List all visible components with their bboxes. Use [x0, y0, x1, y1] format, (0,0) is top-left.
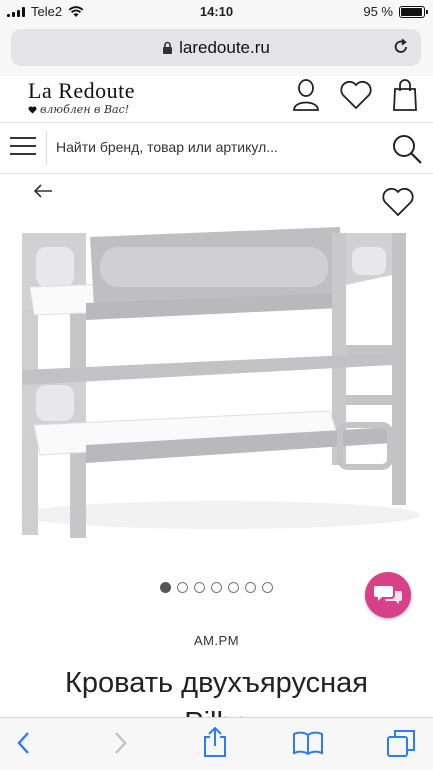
tagline-text: влюблен в Вас!	[40, 103, 130, 116]
small-heart-icon	[28, 105, 37, 114]
product-image-gallery[interactable]	[0, 175, 433, 605]
chat-button[interactable]	[365, 572, 411, 618]
logo-text: La Redoute	[28, 78, 136, 103]
header-icons	[291, 78, 419, 112]
site-logo[interactable]: La Redoute влюблен в Вас!	[28, 78, 136, 117]
gallery-dot[interactable]	[262, 582, 273, 593]
status-bar: Tele2 14:10 95 %	[0, 0, 433, 24]
product-title-line1: Кровать двухъярусная	[64, 667, 368, 699]
share-icon[interactable]	[202, 726, 228, 758]
gallery-dot[interactable]	[160, 582, 171, 593]
browser-toolbar	[0, 717, 433, 770]
address-bar[interactable]: laredoute.ru	[11, 29, 421, 66]
gallery-dot[interactable]	[194, 582, 205, 593]
wishlist-heart-icon[interactable]	[339, 80, 373, 110]
status-right: 95 %	[363, 4, 428, 19]
account-icon[interactable]	[291, 78, 321, 112]
tabs-icon[interactable]	[386, 728, 416, 758]
url-text: laredoute.ru	[179, 37, 270, 57]
hamburger-menu-icon[interactable]	[10, 137, 36, 159]
product-image-bunk-bed	[20, 227, 420, 538]
search-icon[interactable]	[389, 131, 425, 167]
search-input[interactable]: Найти бренд, товар или артикул...	[56, 139, 278, 155]
gallery-dot[interactable]	[228, 582, 239, 593]
lock-icon	[163, 41, 173, 54]
shopping-bag-icon[interactable]	[391, 78, 419, 112]
battery-fill	[401, 7, 422, 16]
back-icon[interactable]	[16, 730, 32, 756]
browser-address-area: laredoute.ru	[0, 24, 433, 76]
gallery-dot[interactable]	[211, 582, 222, 593]
gallery-dot[interactable]	[177, 582, 188, 593]
search-row: Найти бренд, товар или артикул...	[0, 122, 433, 174]
reload-icon[interactable]	[391, 37, 411, 57]
battery-icon	[399, 5, 428, 18]
forward-icon[interactable]	[112, 730, 128, 756]
bookmarks-icon[interactable]	[292, 730, 324, 756]
divider	[46, 131, 47, 165]
gallery-dot[interactable]	[245, 582, 256, 593]
battery-percent: 95 %	[363, 4, 393, 19]
logo-tagline: влюблен в Вас!	[28, 103, 135, 116]
chat-bubbles-icon	[374, 586, 402, 604]
site-header: La Redoute влюблен в Вас!	[0, 76, 433, 122]
product-brand[interactable]: AM.PM	[0, 633, 433, 648]
